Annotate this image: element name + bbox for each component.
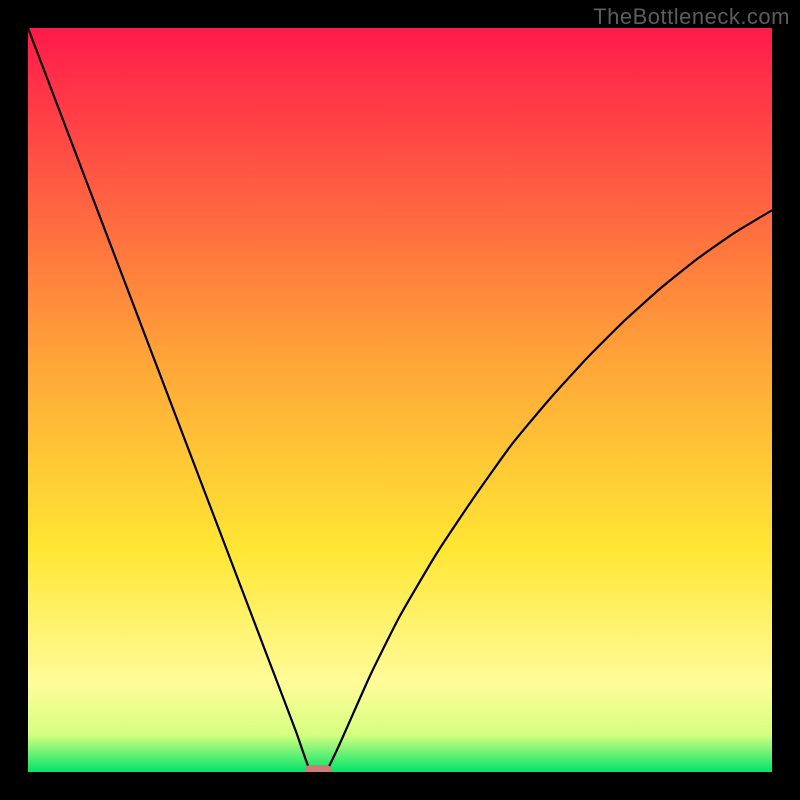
bottleneck-chart-svg: [28, 28, 772, 772]
plot-area: [28, 28, 772, 772]
gradient-background: [28, 28, 772, 772]
watermark-text: TheBottleneck.com: [593, 4, 790, 30]
optimal-point-marker: [305, 765, 331, 772]
chart-frame: TheBottleneck.com: [0, 0, 800, 800]
